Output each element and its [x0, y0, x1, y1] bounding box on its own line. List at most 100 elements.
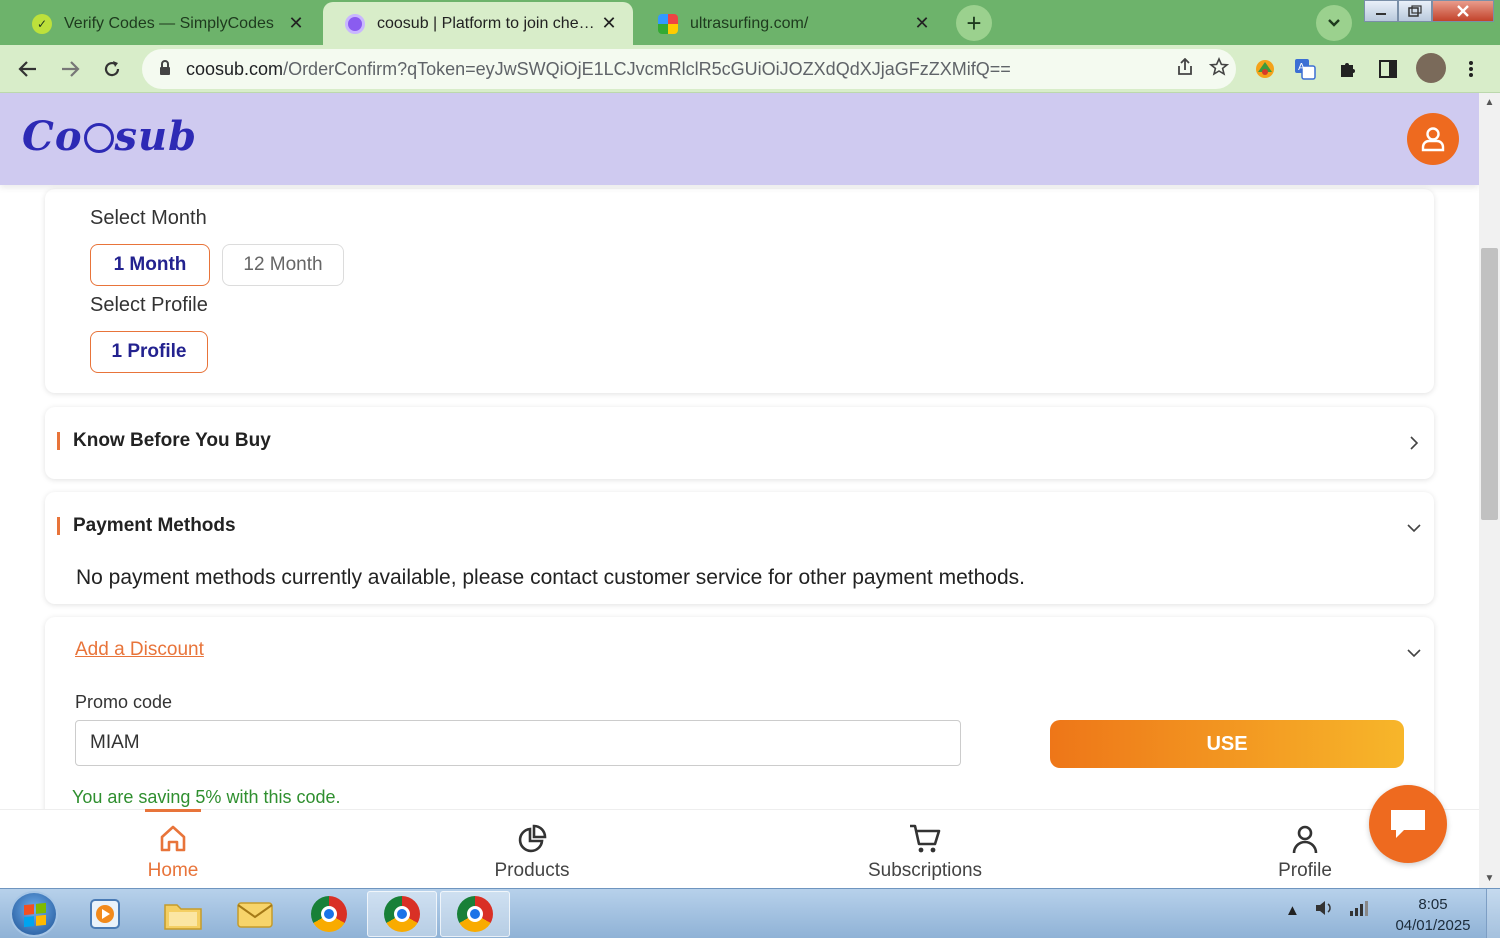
know-before-card[interactable]: Know Before You Buy [45, 407, 1434, 479]
url-text: coosub.com/OrderConfirm?qToken=eyJwSWQiO… [186, 59, 1168, 80]
profile-avatar[interactable] [1416, 53, 1446, 83]
active-nav-indicator [145, 809, 201, 812]
payment-methods-card: Payment Methods No payment methods curre… [45, 492, 1434, 604]
payment-methods-text: Payment Methods [73, 515, 236, 536]
media-player-icon [90, 899, 120, 929]
show-desktop-button[interactable] [1486, 889, 1500, 938]
payment-unavailable-message: No payment methods currently available, … [76, 566, 1025, 589]
url-path: /OrderConfirm?qToken=eyJwSWQiOjE1LCJvcmR… [283, 58, 1011, 79]
nav-profile[interactable]: Profile [1235, 822, 1375, 882]
bottom-navigation: Home Products Subscriptions Profile [0, 809, 1479, 888]
chat-bubble-icon [1391, 810, 1425, 838]
saving-message: You are saving 5% with this code. [72, 787, 341, 807]
nav-profile-label: Profile [1278, 860, 1332, 881]
add-discount-link[interactable]: Add a Discount [75, 639, 204, 661]
chevron-down-icon[interactable] [1406, 645, 1422, 661]
logo-text-left: Co [22, 113, 83, 160]
payment-methods-title: Payment Methods [57, 515, 236, 537]
browser-toolbar: coosub.com/OrderConfirm?qToken=eyJwSWQiO… [0, 45, 1500, 93]
volume-icon[interactable] [1314, 899, 1334, 921]
tab-coosub[interactable]: coosub | Platform to join cheap s ✕ [323, 2, 633, 45]
tab-title: Verify Codes — SimplyCodes [64, 14, 274, 32]
taskbar-clock[interactable]: 8:05 04/01/2025 [1388, 894, 1478, 936]
network-icon[interactable] [1348, 899, 1368, 921]
start-button[interactable] [10, 891, 58, 937]
logo-globe-icon [83, 123, 114, 153]
reload-button[interactable] [96, 53, 128, 85]
chevron-right-icon[interactable] [1406, 435, 1422, 451]
promo-code-label: Promo code [75, 692, 173, 712]
new-tab-button[interactable]: + [956, 5, 992, 41]
page-viewport: Co sub Select Month 1 Month 12 Month Sele… [0, 93, 1479, 888]
accent-bar [57, 432, 60, 450]
account-button[interactable] [1407, 113, 1459, 165]
month-option-12[interactable]: 12 Month [222, 244, 344, 286]
taskbar-media-player[interactable] [70, 891, 140, 937]
share-icon[interactable] [1168, 57, 1202, 81]
window-controls [1364, 0, 1494, 24]
tab-simplycodes[interactable]: ✓ Verify Codes — SimplyCodes ✕ [10, 2, 320, 45]
promo-code-input[interactable] [75, 720, 961, 766]
nav-subscriptions[interactable]: Subscriptions [855, 822, 995, 882]
maximize-button[interactable] [1398, 0, 1432, 22]
chevron-down-icon[interactable] [1406, 520, 1422, 536]
back-button[interactable] [12, 53, 44, 85]
taskbar-chrome-3[interactable] [440, 891, 510, 937]
taskbar-mail[interactable] [220, 891, 290, 937]
taskbar-chrome-1[interactable] [294, 891, 364, 937]
close-icon [1457, 5, 1469, 17]
chrome-icon [384, 896, 420, 932]
profile-option-1[interactable]: 1 Profile [90, 331, 208, 373]
month-option-1[interactable]: 1 Month [90, 244, 210, 286]
windows-logo-icon [24, 902, 46, 928]
clock-time: 8:05 [1418, 896, 1448, 913]
tab-close-icon[interactable]: ✕ [599, 13, 619, 34]
translate-extension-icon[interactable]: A [1292, 56, 1318, 82]
pie-chart-icon [515, 822, 549, 856]
clock-date: 04/01/2025 [1395, 917, 1471, 934]
nav-home[interactable]: Home [103, 822, 243, 882]
tab-ultrasurfing[interactable]: ultrasurfing.com/ ✕ [636, 2, 946, 45]
more-menu-icon[interactable] [1458, 56, 1484, 82]
rainbow-extension-icon[interactable] [1252, 56, 1278, 82]
accent-bar [57, 517, 60, 535]
use-promo-button[interactable]: USE [1050, 720, 1404, 768]
arrow-left-icon [18, 61, 36, 77]
discount-card: Add a Discount Promo code USE You are sa… [45, 617, 1434, 837]
scroll-thumb[interactable] [1481, 248, 1498, 520]
close-window-button[interactable] [1432, 0, 1494, 22]
simplycodes-favicon-icon: ✓ [32, 13, 52, 34]
side-panel-icon[interactable] [1375, 56, 1401, 82]
taskbar-file-explorer[interactable] [148, 891, 218, 937]
live-chat-button[interactable] [1369, 785, 1447, 863]
bookmark-star-icon[interactable] [1202, 56, 1236, 82]
site-header: Co sub [0, 93, 1479, 185]
tab-close-icon[interactable]: ✕ [912, 13, 932, 34]
folder-icon [164, 904, 202, 930]
person-icon [1288, 822, 1322, 856]
nav-products[interactable]: Products [462, 822, 602, 882]
scroll-down-arrow-icon[interactable]: ▼ [1479, 873, 1500, 884]
tray-expand-icon[interactable]: ▲ [1285, 902, 1300, 919]
url-host: coosub.com [186, 58, 284, 79]
home-icon [156, 822, 190, 856]
user-icon [1421, 127, 1445, 152]
tab-close-icon[interactable]: ✕ [286, 13, 306, 34]
chrome-icon [311, 896, 347, 932]
address-bar[interactable]: coosub.com/OrderConfirm?qToken=eyJwSWQiO… [142, 49, 1236, 89]
nav-products-label: Products [494, 860, 570, 881]
restore-icon [1408, 5, 1422, 17]
scroll-up-arrow-icon[interactable]: ▲ [1479, 97, 1500, 108]
extensions-puzzle-icon[interactable] [1334, 56, 1360, 82]
minimize-icon [1376, 13, 1386, 15]
windows-taskbar: ▲ 8:05 04/01/2025 [0, 888, 1500, 938]
taskbar-chrome-2[interactable] [367, 891, 437, 937]
coosub-logo[interactable]: Co sub [22, 113, 197, 160]
minimize-button[interactable] [1364, 0, 1398, 22]
system-tray: ▲ [1285, 899, 1368, 921]
cart-icon [908, 822, 942, 856]
forward-button[interactable] [54, 53, 86, 85]
page-scrollbar[interactable]: ▲ ▼ [1479, 93, 1500, 888]
tab-search-button[interactable] [1316, 5, 1352, 41]
nav-home-label: Home [147, 860, 199, 881]
